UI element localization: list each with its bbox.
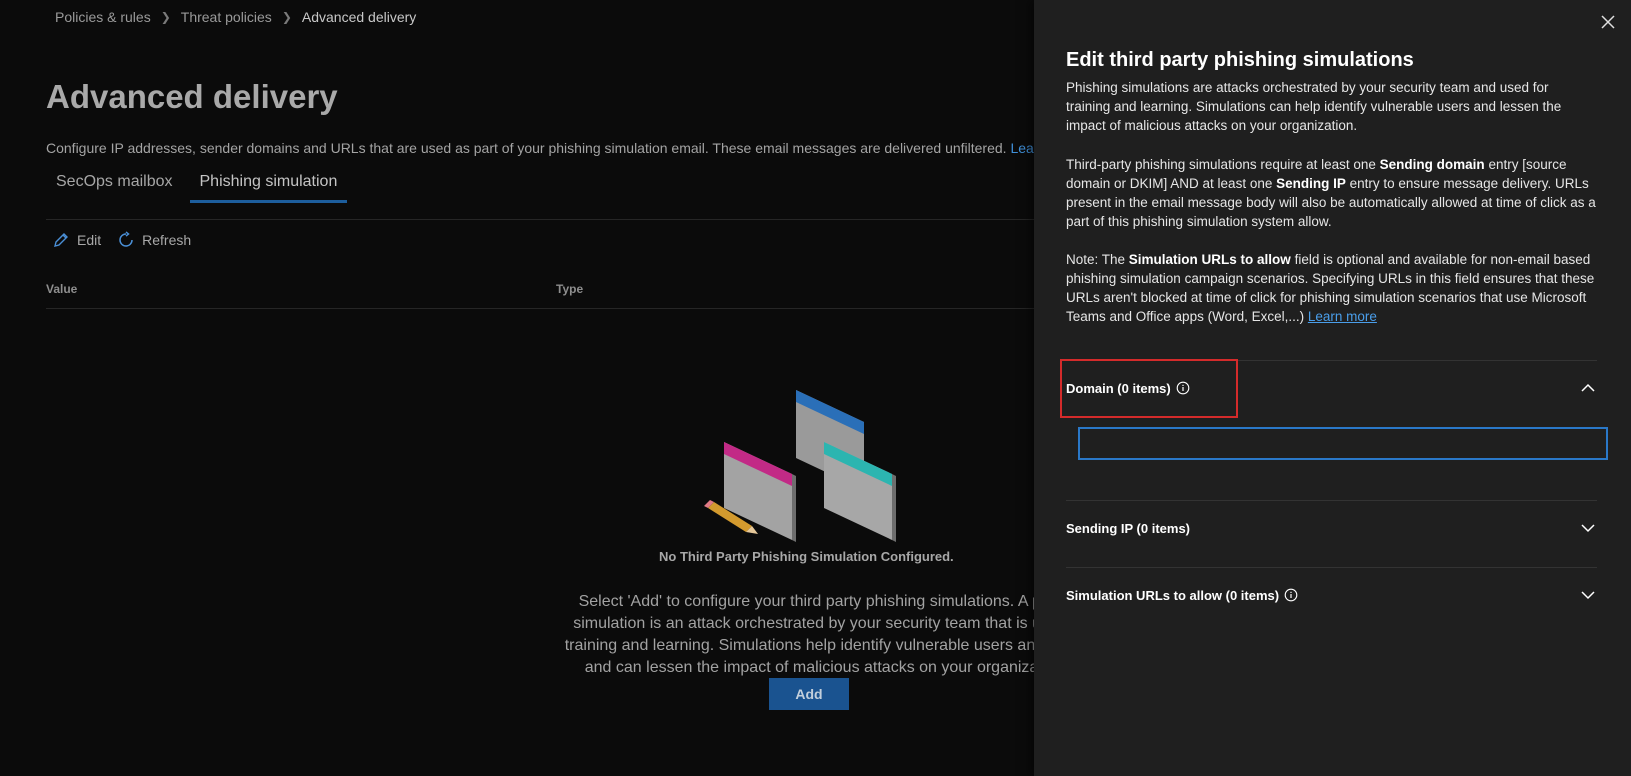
note-learn-more-link[interactable]: Learn more <box>1308 309 1377 324</box>
divider <box>46 308 1048 309</box>
edit-label: Edit <box>77 232 102 248</box>
refresh-button[interactable]: Refresh <box>117 231 191 249</box>
breadcrumb-item-threat-policies[interactable]: Threat policies <box>181 9 272 25</box>
requirements-paragraph: Third-party phishing simulations require… <box>1066 155 1596 231</box>
divider <box>1066 567 1597 568</box>
section-sending-ip-header[interactable]: Sending IP (0 items) <box>1066 513 1597 543</box>
domain-input[interactable] <box>1078 427 1608 460</box>
empty-state-line: simulation is an attack orchestrated by … <box>573 615 1048 632</box>
close-button[interactable] <box>1599 13 1617 31</box>
section-sending-ip-title: Sending IP (0 items) <box>1066 521 1190 536</box>
page-description-text: Configure IP addresses, sender domains a… <box>46 140 1007 156</box>
breadcrumb: Policies & rules ❯ Threat policies ❯ Adv… <box>55 9 416 25</box>
section-urls-header[interactable]: Simulation URLs to allow (0 items) <box>1066 580 1597 610</box>
edit-button[interactable]: Edit <box>52 231 101 249</box>
page-title: Advanced delivery <box>46 78 338 115</box>
empty-state-line: and can lessen the impact of malicious a… <box>584 659 1048 676</box>
refresh-label: Refresh <box>142 232 192 248</box>
req-bold-sending-domain: Sending domain <box>1379 157 1485 172</box>
panel-title: Edit third party phishing simulations <box>1066 49 1414 71</box>
tab-secops-mailbox[interactable]: SecOps mailbox <box>46 170 183 203</box>
background-page: Policies & rules ❯ Threat policies ❯ Adv… <box>0 0 1048 776</box>
breadcrumb-item-current: Advanced delivery <box>301 9 417 25</box>
section-sending-ip-label: Sending IP (0 items) <box>1066 520 1191 536</box>
pencil-icon <box>54 233 68 247</box>
domain-highlight-box <box>1060 359 1238 418</box>
breadcrumb-item-policies[interactable]: Policies & rules <box>55 9 151 25</box>
req-bold-sending-ip: Sending IP <box>1276 176 1346 191</box>
chevron-right-icon: ❯ <box>281 10 292 24</box>
chevron-down-icon[interactable] <box>1579 586 1597 604</box>
column-header-type[interactable]: Type <box>556 282 583 296</box>
note-paragraph: Note: The Simulation URLs to allow field… <box>1066 250 1596 326</box>
empty-state-line: Select 'Add' to configure your third par… <box>578 593 1048 610</box>
close-icon <box>1601 15 1615 29</box>
chevron-right-icon: ❯ <box>160 10 171 24</box>
section-urls-title: Simulation URLs to allow (0 items) <box>1066 588 1298 603</box>
empty-state-line: training and learning. Simulations help … <box>564 637 1048 654</box>
intro-paragraph: Phishing simulations are attacks orchest… <box>1066 80 1562 133</box>
column-header-value[interactable]: Value <box>46 282 77 296</box>
page-description: Configure IP addresses, sender domains a… <box>46 140 1048 156</box>
empty-state-description: Select 'Add' to configure your third par… <box>520 591 1048 679</box>
divider <box>46 219 1048 220</box>
empty-state-title: No Third Party Phishing Simulation Confi… <box>659 549 954 564</box>
info-icon[interactable] <box>1284 588 1298 602</box>
req-text: Third-party phishing simulations require… <box>1066 157 1380 172</box>
empty-state-illustration <box>704 390 896 542</box>
chevron-up-icon[interactable] <box>1579 379 1597 397</box>
note-text: Note: The <box>1066 252 1129 267</box>
note-bold-urls: Simulation URLs to allow <box>1128 252 1291 267</box>
section-urls-label: Simulation URLs to allow (0 items) <box>1066 587 1280 603</box>
divider <box>1066 500 1597 501</box>
tab-phishing-simulation[interactable]: Phishing simulation <box>189 170 348 203</box>
chevron-down-icon[interactable] <box>1579 519 1597 537</box>
toolbar: Edit Refresh <box>52 231 191 249</box>
refresh-icon <box>119 231 133 247</box>
add-button[interactable]: Add <box>769 678 849 710</box>
tab-list: SecOps mailbox Phishing simulation <box>46 170 354 203</box>
